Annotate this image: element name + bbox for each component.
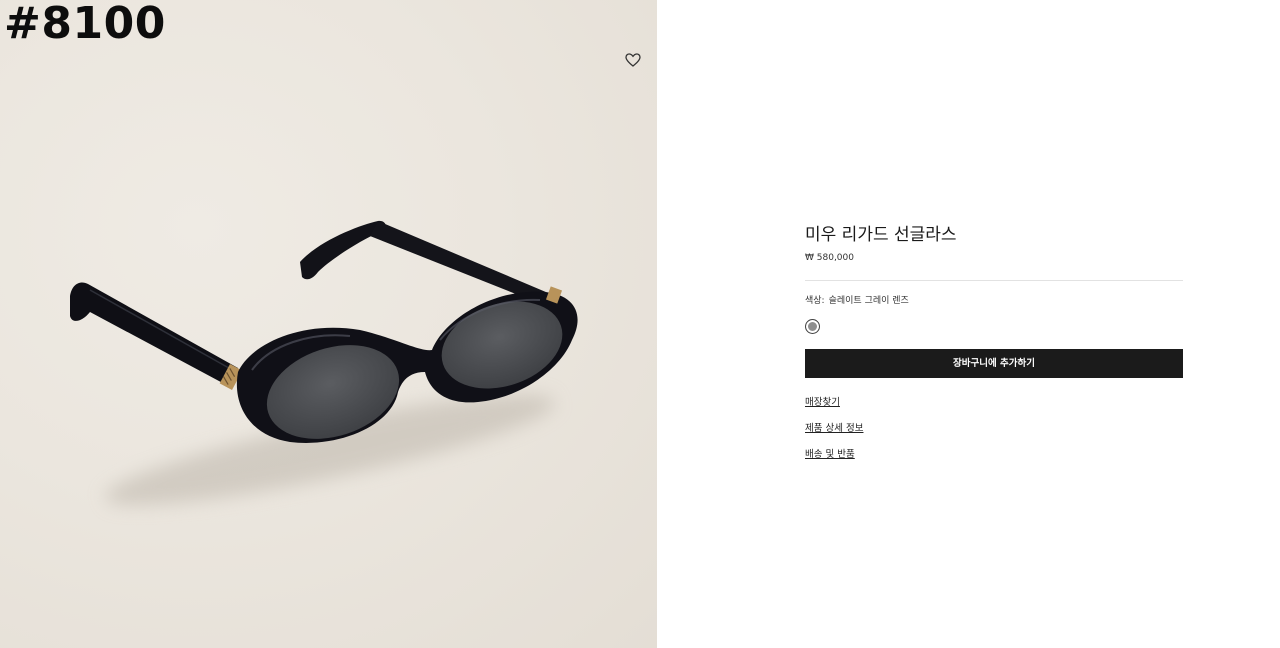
heart-icon[interactable] xyxy=(624,52,642,68)
product-links: 매장찾기 제품 상세 정보 배송 및 반품 xyxy=(805,396,1183,462)
divider xyxy=(805,280,1183,281)
sunglasses-image xyxy=(70,220,578,506)
product-details-link[interactable]: 제품 상세 정보 xyxy=(805,422,1183,436)
add-to-cart-button[interactable]: 장바구니에 추가하기 xyxy=(805,349,1183,378)
color-value: 슬레이트 그레이 렌즈 xyxy=(828,296,909,306)
shipping-returns-link[interactable]: 배송 및 반품 xyxy=(805,448,1183,462)
product-info-panel: 미우 리가드 선글라스 ₩ 580,000 색상: 슬레이트 그레이 렌즈 장바구… xyxy=(805,220,1183,474)
color-swatch-slate-gray[interactable] xyxy=(805,319,820,334)
product-page: #8100 미우 리가드 선글라스 ₩ 580,000 색상: 슬레이트 그레이 … xyxy=(0,0,1280,648)
product-price: ₩ 580,000 xyxy=(805,253,854,263)
product-title: 미우 리가드 선글라스 xyxy=(805,225,957,245)
product-gallery: #8100 xyxy=(0,0,657,648)
find-store-link[interactable]: 매장찾기 xyxy=(805,396,1183,410)
page-number: #8100 xyxy=(4,0,166,49)
color-row: 색상: 슬레이트 그레이 렌즈 xyxy=(805,295,1183,307)
color-label: 색상: xyxy=(805,296,825,306)
